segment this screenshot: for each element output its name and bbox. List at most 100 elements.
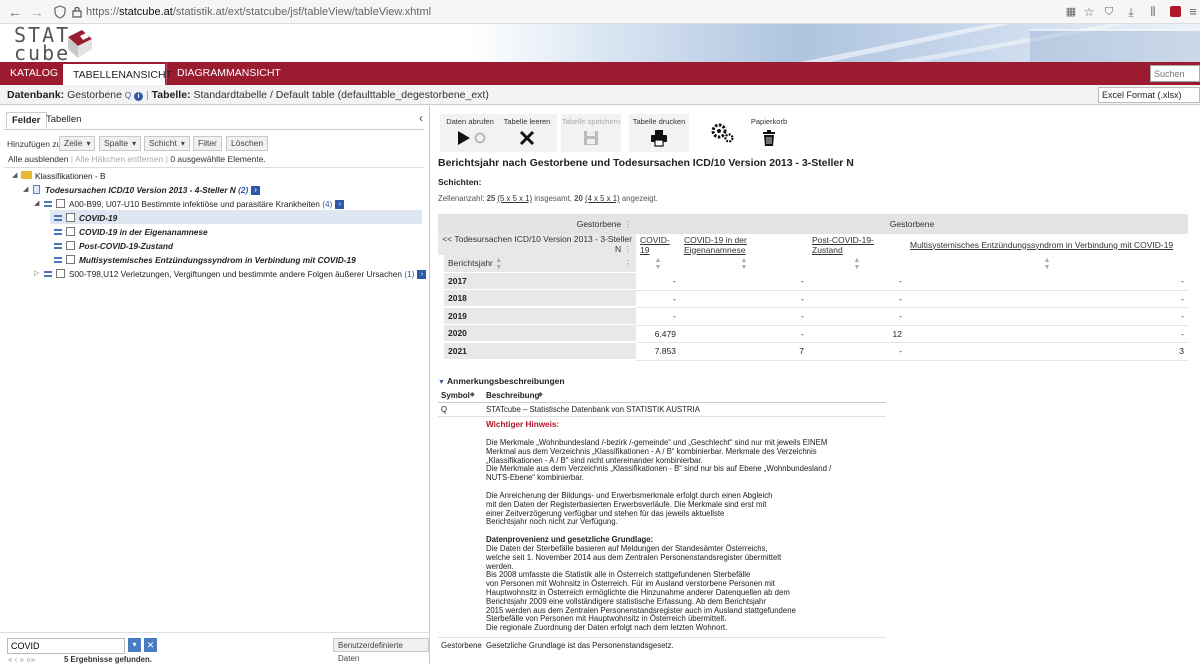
- expand-arrow-icon[interactable]: ›: [251, 186, 261, 196]
- symbol-col-header[interactable]: Symbol: [441, 391, 470, 400]
- table-cell: -: [906, 307, 1188, 326]
- menu-icon[interactable]: ≡: [1184, 3, 1200, 21]
- tab-tabellen[interactable]: Tabellen: [41, 112, 86, 127]
- table-cell: -: [680, 325, 808, 343]
- qr-icon[interactable]: ▦: [1062, 3, 1080, 21]
- hide-all-link[interactable]: Alle ausblenden: [8, 154, 69, 164]
- custom-data-button[interactable]: Benutzerdefinierte Daten: [333, 638, 429, 663]
- col-header-mis[interactable]: Multisystemisches Entzündungssyndrom in …: [906, 234, 1188, 255]
- tree-item-post-covid[interactable]: Post-COVID-19-Zustand: [79, 240, 173, 252]
- tree-level1-label[interactable]: Todesursachen ICD/10 Version 2013 - 4-St…: [45, 184, 261, 196]
- fetch-data-button[interactable]: Daten abrufen: [440, 114, 500, 152]
- expand-root-icon[interactable]: ◢: [12, 170, 17, 182]
- address-bar[interactable]: https://statcube.at/statistik.at/ext/sta…: [86, 4, 431, 20]
- q-marker[interactable]: Q: [125, 91, 131, 100]
- field-search-input[interactable]: [7, 638, 125, 654]
- sort-icon[interactable]: ▲ ▼: [636, 255, 680, 273]
- item-checkbox[interactable]: [66, 255, 75, 264]
- clear-table-button[interactable]: Tabelle leeren: [497, 114, 557, 152]
- forward-arrow-icon[interactable]: →: [28, 3, 46, 21]
- sort-icon[interactable]: ◆: [538, 391, 543, 398]
- cells-dims2-link[interactable]: (4 x 5 x 1): [585, 194, 620, 203]
- search-dropdown-icon[interactable]: ▾: [128, 638, 141, 652]
- tree-group2-label[interactable]: S00-T98,U12 Verletzungen, Vergiftungen u…: [69, 268, 427, 280]
- trash-button[interactable]: Papierkorb: [747, 114, 791, 152]
- tree-item-covid19[interactable]: COVID-19: [79, 212, 117, 224]
- table-row: 2019- - - -: [438, 307, 1188, 326]
- filter-button[interactable]: Filter: [193, 136, 222, 151]
- tree-item-mis[interactable]: Multisystemisches Entzündungssyndrom in …: [79, 254, 356, 266]
- collapse-triangle-icon: ▼: [438, 379, 445, 386]
- tab-diagrammansicht[interactable]: DIAGRAMMANSICHT: [166, 62, 281, 85]
- shield-icon[interactable]: [51, 3, 69, 21]
- item-checkbox[interactable]: [66, 213, 75, 222]
- sort-icon[interactable]: ◆: [470, 391, 475, 398]
- expand-group2-icon[interactable]: ▷: [34, 268, 39, 280]
- clear-search-icon[interactable]: ✕: [144, 638, 157, 652]
- q-description: STATcube – Statistische Datenbank von ST…: [486, 405, 700, 414]
- row-header-year: 2018: [444, 290, 636, 308]
- measure-header-cell[interactable]: Gestorbene ⋮: [438, 214, 636, 234]
- add-layer-button[interactable]: Schicht: [144, 136, 190, 151]
- tab-tabellenansicht[interactable]: TABELLENANSICHT: [63, 62, 172, 85]
- fetch-data-label: Daten abrufen: [446, 117, 494, 126]
- expand-arrow-icon[interactable]: ›: [335, 200, 345, 210]
- warning-heading: Wichtiger Hinweis:: [486, 420, 560, 429]
- notes-heading[interactable]: ▼ Anmerkungsbeschreibungen: [438, 376, 565, 386]
- item-checkbox[interactable]: [66, 241, 75, 250]
- info-icon[interactable]: i: [134, 92, 144, 101]
- export-format-select[interactable]: Excel Format (.xlsx): [1098, 87, 1200, 103]
- table-cell: -: [636, 272, 680, 291]
- tree-group1-label[interactable]: A00-B99, U07-U10 Bestimmte infektiöse un…: [69, 198, 345, 210]
- clear-table-label: Tabelle leeren: [503, 117, 551, 126]
- group1-checkbox[interactable]: [56, 199, 65, 208]
- print-table-button[interactable]: Tabelle drucken: [629, 114, 689, 152]
- row-dim-header[interactable]: Berichtsjahr ▲ ▼ ⋮: [444, 255, 636, 273]
- equals-icon: [54, 229, 62, 235]
- desc-col-header[interactable]: Beschreibung: [486, 391, 539, 400]
- add-row-button[interactable]: Zeile: [59, 136, 96, 151]
- q-symbol: Q: [441, 405, 448, 414]
- col-header-eigenanamnese[interactable]: COVID-19 in der Eigenanamnese: [680, 234, 808, 255]
- expand-group1-icon[interactable]: ◢: [34, 198, 39, 210]
- data-table: Gestorbene ⋮ Gestorbene << Todesursachen…: [438, 214, 1188, 361]
- collapse-panel-icon[interactable]: ‹: [419, 111, 423, 125]
- tab-katalog[interactable]: KATALOG: [0, 62, 62, 85]
- addon-icon[interactable]: [1166, 3, 1184, 21]
- save-table-button[interactable]: Tabelle speichern: [561, 114, 621, 152]
- remove-checks-link[interactable]: Alle Häkchen entfernen: [75, 154, 163, 164]
- add-column-button[interactable]: Spalte: [99, 136, 142, 151]
- header-banner: [470, 24, 1200, 62]
- download-icon[interactable]: ⤓: [1122, 3, 1140, 21]
- group2-checkbox[interactable]: [56, 269, 65, 278]
- site-search-input[interactable]: [1150, 65, 1200, 82]
- url-path: /statistik.at/ext/statcube/jsf/tableView…: [172, 6, 432, 18]
- tree-root-label[interactable]: Klassifikationen - B: [35, 170, 106, 182]
- expand-level1-icon[interactable]: ◢: [23, 184, 28, 196]
- pager-controls[interactable]: « ‹ » »»: [8, 654, 35, 666]
- library-icon[interactable]: ⫼: [1144, 3, 1162, 21]
- item-checkbox[interactable]: [66, 227, 75, 236]
- col-header-post-covid[interactable]: Post-COVID-19-Zustand: [808, 234, 906, 255]
- main-nav: KATALOG TABELLENANSICHT DIAGRAMMANSICHT: [0, 62, 1200, 85]
- settings-button[interactable]: [709, 120, 735, 146]
- tabelle-link[interactable]: Standardtabelle / Default table (default…: [193, 89, 488, 101]
- cells-dims-link[interactable]: (5 x 5 x 1): [497, 194, 532, 203]
- sort-icon[interactable]: ▲ ▼: [680, 255, 808, 273]
- sort-icon[interactable]: ▲ ▼: [808, 255, 906, 273]
- back-arrow-icon[interactable]: ←: [6, 3, 24, 21]
- shield-outline-icon[interactable]: ⛉: [1100, 3, 1118, 21]
- bookmark-star-icon[interactable]: ☆: [1080, 3, 1098, 21]
- notes-header-row: Symbol ◆ Beschreibung ◆: [438, 390, 886, 403]
- results-count: 5 Ergebnisse gefunden.: [64, 655, 152, 664]
- column-dim-header[interactable]: << Todesursachen ICD/10 Version 2013 - 3…: [438, 234, 636, 255]
- col-header-covid19[interactable]: COVID-19: [636, 234, 680, 255]
- tree-item-eigenanamnese[interactable]: COVID-19 in der Eigenanamnese: [79, 226, 208, 238]
- logo-text-cube[interactable]: cube: [14, 43, 70, 62]
- sort-icon[interactable]: ▲ ▼: [906, 255, 1188, 273]
- expand-arrow-icon[interactable]: ›: [417, 270, 427, 280]
- datenbank-link[interactable]: Gestorbene: [67, 89, 122, 101]
- delete-button[interactable]: Löschen: [226, 136, 269, 151]
- equals-icon: [54, 215, 62, 221]
- lock-icon[interactable]: [68, 3, 86, 21]
